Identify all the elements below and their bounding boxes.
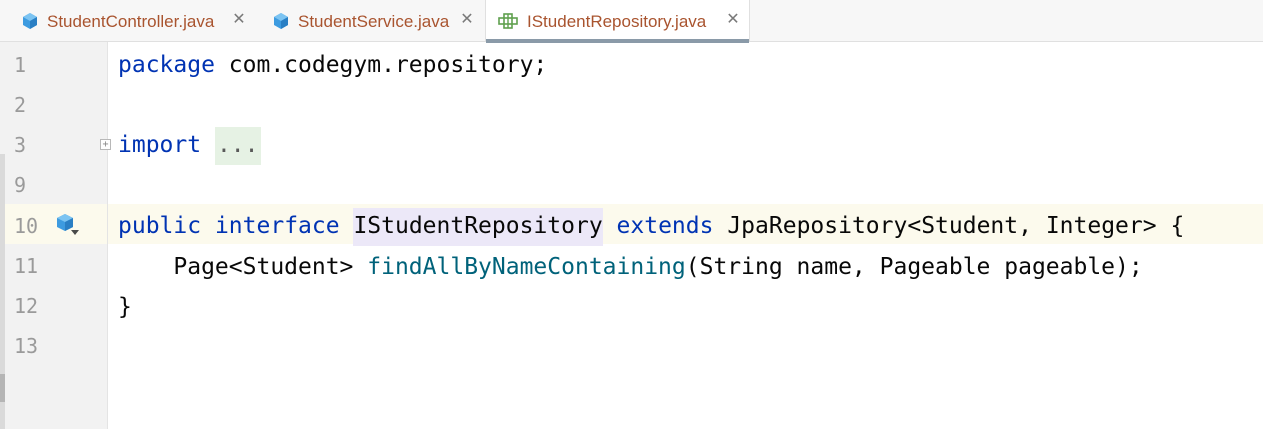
code-line-package: package com.codegym.repository; [118, 51, 547, 79]
keyword: package [118, 52, 215, 78]
keyword: import [118, 132, 202, 158]
code-line-interface-declaration: public interface IStudentRepository exte… [118, 208, 1185, 246]
tab-istudent-repository[interactable]: IStudentRepository.java ✕ [485, 0, 750, 43]
close-icon[interactable]: ✕ [232, 12, 246, 28]
interface-icon [498, 13, 518, 31]
return-type: Page<Student> [173, 254, 368, 280]
editor-gutter: 1 2 3 9 10 11 12 13 [0, 42, 108, 429]
implemented-interface-icon[interactable] [55, 213, 81, 239]
supertype: JpaRepository<Student, Integer> { [713, 213, 1185, 239]
method-name: findAllByNameContaining [367, 254, 686, 280]
code-line-method: Page<Student> findAllByNameContaining(St… [118, 253, 1143, 281]
keyword: interface [214, 213, 340, 239]
line-number: 11 [14, 254, 39, 278]
tab-label: IStudentRepository.java [527, 12, 707, 31]
java-class-icon [272, 12, 290, 30]
line-number: 12 [14, 294, 39, 318]
line-number: 2 [14, 93, 27, 117]
scroll-strip-thumb[interactable] [0, 374, 5, 402]
interface-name: IStudentRepository [353, 208, 603, 246]
folded-imports-placeholder[interactable]: ... [214, 127, 261, 165]
code-area[interactable]: package com.codegym.repository; import .… [108, 42, 1263, 429]
method-params: (String name, Pageable pageable); [685, 254, 1143, 280]
package-name: com.codegym.repository; [214, 52, 548, 78]
line-number: 3 [14, 133, 27, 157]
tab-student-controller[interactable]: StudentController.java ✕ [0, 0, 264, 42]
keyword: public [118, 213, 202, 239]
code-line-import: import ... [118, 127, 261, 165]
java-class-icon [21, 12, 39, 30]
close-icon[interactable]: ✕ [726, 12, 740, 28]
tab-label: StudentService.java [298, 12, 450, 31]
close-icon[interactable]: ✕ [460, 12, 474, 28]
line-number: 10 [14, 214, 39, 238]
code-editor-window: StudentController.java ✕ StudentService.… [0, 0, 1263, 429]
keyword: extends [616, 213, 714, 239]
tab-student-service[interactable]: StudentService.java ✕ [264, 0, 485, 42]
code-line-closing-brace: } [118, 294, 132, 320]
line-number: 1 [14, 53, 27, 77]
editor-tab-bar: StudentController.java ✕ StudentService.… [0, 0, 1263, 43]
line-number: 9 [14, 173, 27, 197]
line-number: 13 [14, 334, 39, 358]
tab-label: StudentController.java [47, 12, 215, 31]
